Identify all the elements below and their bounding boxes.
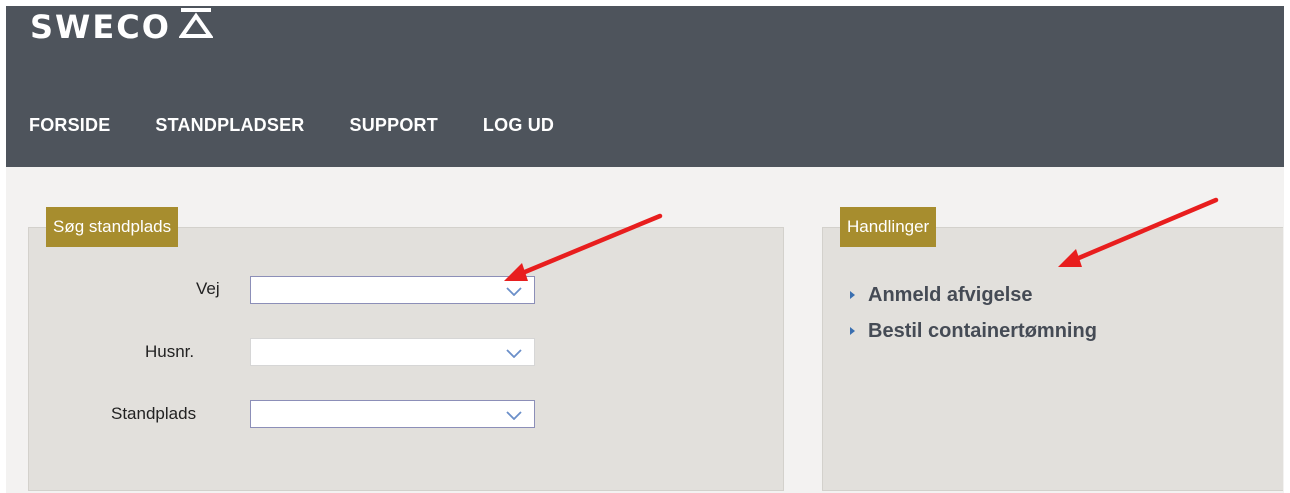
sweco-logo[interactable]: SWECO <box>30 8 213 46</box>
main-nav: FORSIDE STANDPLADSER SUPPORT LOG UD <box>29 115 599 136</box>
nav-item-log-ud[interactable]: LOG UD <box>483 115 554 136</box>
action-label: Bestil containertømning <box>868 319 1097 342</box>
header-bar: SWECO FORSIDE STANDPLADSER SUPPORT LOG U… <box>6 6 1284 167</box>
actions-panel <box>822 227 1283 491</box>
logo-text: SWECO <box>30 8 171 46</box>
chevron-down-icon <box>506 411 522 420</box>
chevron-down-icon <box>506 287 522 296</box>
action-label: Anmeld afvigelse <box>868 283 1033 306</box>
actions-panel-title: Handlinger <box>840 207 937 247</box>
vej-select[interactable] <box>250 276 535 304</box>
vej-label: Vej <box>196 279 220 298</box>
bullet-triangle-icon <box>850 291 855 299</box>
nav-item-support[interactable]: SUPPORT <box>350 115 438 136</box>
actions-list: Anmeld afvigelse Bestil containertømning <box>848 277 1097 349</box>
action-anmeld-afvigelse[interactable]: Anmeld afvigelse <box>848 277 1097 313</box>
husnr-select[interactable] <box>250 338 535 366</box>
chevron-down-icon <box>506 349 522 358</box>
nav-item-forside[interactable]: FORSIDE <box>29 115 110 136</box>
bullet-triangle-icon <box>850 327 855 335</box>
husnr-label: Husnr. <box>145 342 195 361</box>
action-bestil-containertoemning[interactable]: Bestil containertømning <box>848 313 1097 349</box>
nav-item-standpladser[interactable]: STANDPLADSER <box>155 115 304 136</box>
search-panel-title: Søg standplads <box>46 207 179 247</box>
logo-mark-icon <box>178 8 213 38</box>
standplads-label: Standplads <box>111 404 197 423</box>
standplads-select[interactable] <box>250 400 535 428</box>
